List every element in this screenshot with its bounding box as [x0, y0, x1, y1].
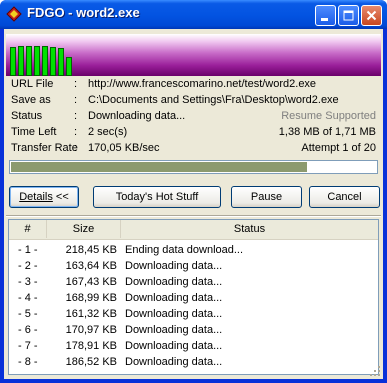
pause-button[interactable]: Pause [231, 186, 302, 208]
rate-colon: : [74, 142, 78, 154]
connection-status: Downloading data... [125, 356, 223, 368]
cancel-button[interactable]: Cancel [309, 186, 380, 208]
list-item[interactable]: - 4 -168,99 KB Downloading data... [9, 291, 378, 306]
list-item[interactable]: - 3 -167,43 KB Downloading data... [9, 275, 378, 290]
connection-status: Downloading data... [125, 340, 223, 352]
speed-meter-bar [66, 57, 72, 76]
progress-fill [11, 162, 307, 172]
download-progress-bar [9, 160, 378, 174]
saveas-colon: : [74, 94, 78, 106]
url-row: URL File : http://www.francescomarino.ne… [10, 78, 376, 93]
list-header: # Size Status [9, 220, 378, 240]
connection-status: Downloading data... [125, 292, 223, 304]
connection-size: 170,97 KB [65, 324, 117, 336]
maximize-icon [343, 10, 354, 21]
url-colon: : [74, 78, 78, 90]
status-value: Downloading data... [88, 110, 186, 122]
status-colon: : [74, 110, 78, 122]
app-window: FDGO - word2.exe URL File : http://www.f… [0, 0, 387, 383]
speed-meter-bar [58, 48, 64, 76]
connection-status: Downloading data... [125, 276, 223, 288]
size-progress-text: 1,38 MB of 1,71 MB [278, 126, 376, 138]
connection-size: 186,52 KB [65, 356, 117, 368]
details-button-label: Details [19, 191, 53, 203]
resume-supported-text: Resume Supported [281, 110, 376, 122]
list-item[interactable]: - 2 -163,64 KB Downloading data... [9, 259, 378, 274]
connection-size: 167,43 KB [65, 276, 117, 288]
connection-status: Downloading data... [125, 324, 223, 336]
column-header-status[interactable]: Status [121, 220, 378, 238]
rate-value: 170,05 KB/sec [88, 142, 160, 154]
saveas-value: C:\Documents and Settings\Fra\Desktop\wo… [88, 94, 339, 106]
saveas-row: Save as : C:\Documents and Settings\Fra\… [10, 94, 376, 109]
timeleft-value: 2 sec(s) [88, 126, 128, 138]
url-label: URL File [11, 78, 54, 90]
close-button[interactable] [361, 5, 382, 26]
status-label: Status [11, 110, 43, 122]
rate-row: Transfer Rate : 170,05 KB/sec Attempt 1 … [10, 142, 376, 157]
speed-meter-bar [50, 47, 56, 76]
speed-meter-bar [10, 47, 16, 76]
connection-size: 163,64 KB [65, 260, 117, 272]
details-button[interactable]: Details << [9, 186, 79, 208]
separator [6, 215, 381, 217]
connection-status: Downloading data... [125, 260, 223, 272]
timeleft-label: Time Left [11, 126, 57, 138]
connection-size: 168,99 KB [65, 292, 117, 304]
connection-status: Downloading data... [125, 308, 223, 320]
list-item[interactable]: - 1 -218,45 KB Ending data download... [9, 243, 378, 258]
list-item[interactable]: - 6 -170,97 KB Downloading data... [9, 323, 378, 338]
speed-banner [6, 34, 381, 76]
speed-meter-bar [18, 46, 24, 76]
connection-size: 178,91 KB [65, 340, 117, 352]
connection-size: 218,45 KB [65, 244, 117, 256]
column-header-size[interactable]: Size [47, 220, 121, 238]
app-icon[interactable] [6, 6, 22, 22]
close-icon [366, 10, 377, 21]
speed-meter-bar [26, 46, 32, 76]
connection-size: 161,32 KB [65, 308, 117, 320]
connection-status: Ending data download... [125, 244, 244, 256]
attempt-text: Attempt 1 of 20 [301, 142, 376, 154]
details-button-chevrons: << [52, 191, 69, 203]
column-header-number[interactable]: # [9, 220, 47, 238]
url-value: http://www.francescomarino.net/test/word… [88, 78, 317, 90]
timeleft-row: Time Left : 2 sec(s) 1,38 MB of 1,71 MB [10, 126, 376, 141]
speed-meter-bar [34, 46, 40, 76]
connections-list[interactable]: # Size Status - 1 -218,45 KB Ending data … [8, 219, 379, 375]
speed-meter-bar [42, 46, 48, 76]
list-item[interactable]: - 8 -186,52 KB Downloading data... [9, 355, 378, 370]
hot-stuff-button[interactable]: Today's Hot Stuff [93, 186, 221, 208]
dialog-client-area: URL File : http://www.francescomarino.ne… [4, 29, 383, 379]
list-item[interactable]: - 7 -178,91 KB Downloading data... [9, 339, 378, 354]
minimize-icon [321, 18, 328, 21]
list-item[interactable]: - 5 -161,32 KB Downloading data... [9, 307, 378, 322]
timeleft-colon: : [74, 126, 78, 138]
saveas-label: Save as [11, 94, 51, 106]
maximize-button[interactable] [338, 5, 359, 26]
status-row: Status : Downloading data... Resume Supp… [10, 110, 376, 125]
window-title: FDGO - word2.exe [27, 5, 140, 20]
rate-label: Transfer Rate [11, 142, 78, 154]
title-bar[interactable]: FDGO - word2.exe [0, 0, 387, 29]
minimize-button[interactable] [315, 5, 336, 26]
resize-grip-icon[interactable] [369, 365, 381, 377]
